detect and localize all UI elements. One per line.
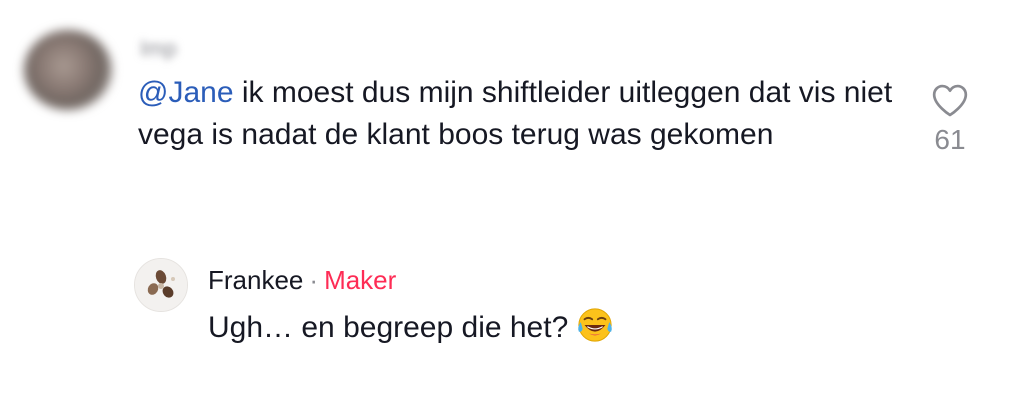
heart-icon[interactable]: [931, 82, 969, 118]
comment-username[interactable]: Imp: [140, 36, 177, 62]
avatar[interactable]: [134, 258, 188, 312]
reply-item: Frankee · Maker Ugh… en begreep die het?: [0, 240, 1014, 408]
reply-author[interactable]: Frankee: [208, 265, 303, 295]
like-button[interactable]: 61: [918, 78, 982, 168]
reply-header: Frankee · Maker: [208, 264, 396, 296]
mention-link[interactable]: @Jane: [138, 76, 234, 109]
creator-badge: Maker: [324, 265, 397, 295]
comment-body: ik moest dus mijn shiftleider uitleggen …: [138, 76, 893, 151]
comment-text: @Jane ik moest dus mijn shiftleider uitl…: [138, 72, 898, 156]
avatar[interactable]: [24, 30, 112, 110]
reply-text: Ugh… en begreep die het?: [208, 308, 614, 348]
separator-dot: ·: [309, 265, 319, 295]
like-count: 61: [934, 124, 966, 155]
comment-item: Imp @Jane ik moest dus mijn shiftleider …: [0, 0, 1014, 230]
avatar-image: [135, 259, 187, 311]
reply-body: Ugh… en begreep die het?: [208, 311, 569, 344]
face-with-tears-of-joy-icon: [578, 308, 613, 342]
